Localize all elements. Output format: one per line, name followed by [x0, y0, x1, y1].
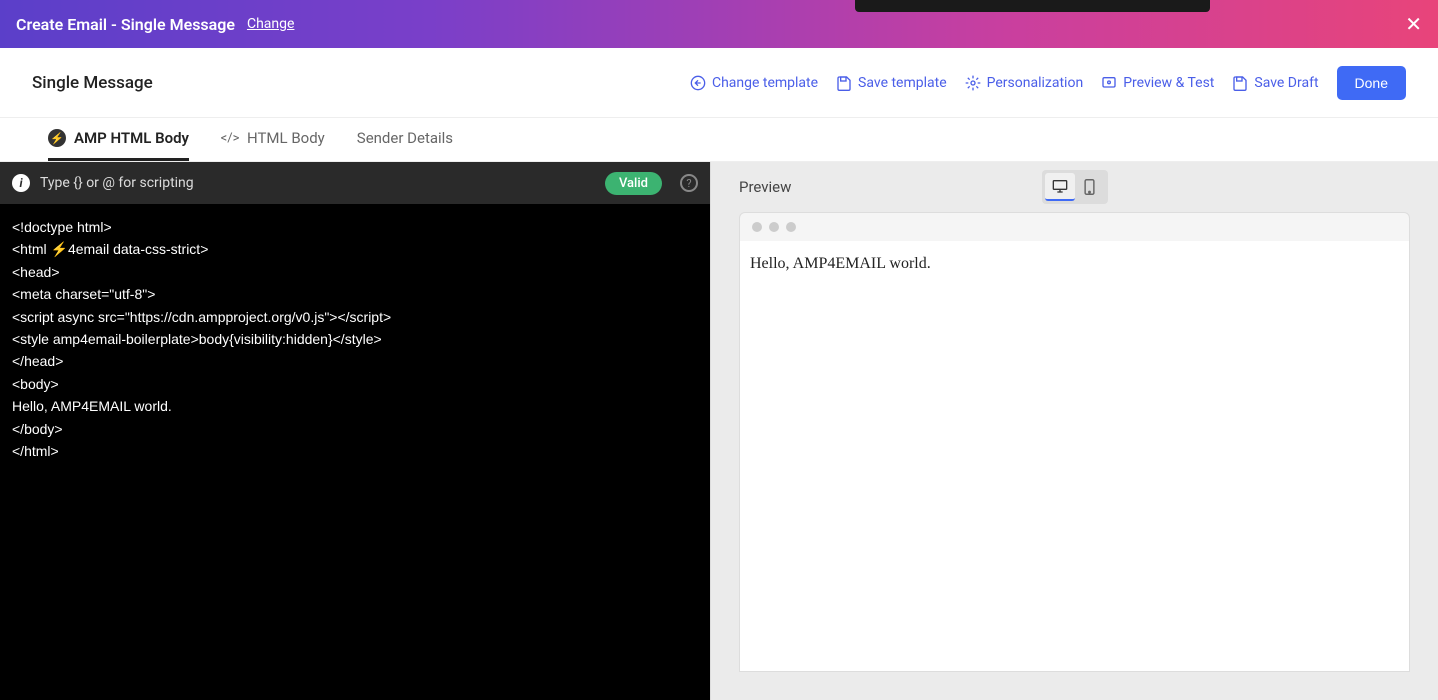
hint-text: Type {} or @ for scripting: [40, 175, 595, 191]
preview-icon: [1101, 75, 1117, 91]
tab-html-label: HTML Body: [247, 129, 325, 147]
save-icon: [1232, 75, 1248, 91]
frame-chrome: [740, 213, 1409, 241]
tab-sender-details[interactable]: Sender Details: [357, 118, 453, 161]
device-toggle: [1042, 170, 1108, 204]
refresh-icon: [690, 75, 706, 91]
app-header: Create Email - Single Message Change ✕: [0, 0, 1438, 48]
tab-amp-label: AMP HTML Body: [74, 129, 189, 147]
code-editor[interactable]: <!doctype html> <html ⚡4email data-css-s…: [0, 204, 710, 700]
desktop-view-button[interactable]: [1045, 173, 1075, 201]
help-icon[interactable]: ?: [680, 174, 698, 192]
header-title: Create Email - Single Message: [16, 15, 235, 34]
workspace: i Type {} or @ for scripting Valid ? <!d…: [0, 162, 1438, 700]
preview-frame: Hello, AMP4EMAIL world.: [739, 212, 1410, 672]
amp-icon: ⚡: [48, 129, 66, 147]
window-dot: [752, 222, 762, 232]
tabs: ⚡ AMP HTML Body </> HTML Body Sender Det…: [0, 118, 1438, 162]
gear-icon: [965, 75, 981, 91]
tab-html-body[interactable]: </> HTML Body: [221, 118, 325, 161]
close-icon[interactable]: ✕: [1405, 14, 1422, 34]
info-icon: i: [12, 174, 30, 192]
toolbar-actions: Change template Save template Personaliz…: [690, 66, 1406, 100]
mobile-icon: [1084, 179, 1095, 195]
preview-content: Hello, AMP4EMAIL world.: [740, 241, 1409, 671]
mobile-view-button[interactable]: [1075, 173, 1105, 201]
editor-hint-bar: i Type {} or @ for scripting Valid ?: [0, 162, 710, 204]
save-draft-label: Save Draft: [1254, 75, 1318, 91]
save-icon: [836, 75, 852, 91]
tab-sender-label: Sender Details: [357, 129, 453, 147]
window-dot: [769, 222, 779, 232]
desktop-icon: [1052, 179, 1068, 193]
editor-panel: i Type {} or @ for scripting Valid ? <!d…: [0, 162, 710, 700]
change-template-button[interactable]: Change template: [690, 75, 818, 91]
window-dot: [786, 222, 796, 232]
page-title: Single Message: [32, 73, 690, 93]
save-template-button[interactable]: Save template: [836, 75, 947, 91]
notification-placeholder: [855, 0, 1210, 12]
code-icon: </>: [221, 129, 239, 147]
preview-test-label: Preview & Test: [1123, 75, 1214, 91]
change-template-label: Change template: [712, 75, 818, 91]
save-draft-button[interactable]: Save Draft: [1232, 75, 1318, 91]
valid-badge: Valid: [605, 172, 662, 195]
tab-amp-html-body[interactable]: ⚡ AMP HTML Body: [48, 118, 189, 161]
preview-header: Preview: [711, 162, 1438, 212]
preview-panel: Preview Hello, AMP4EMAIL world.: [710, 162, 1438, 700]
personalization-label: Personalization: [987, 75, 1084, 91]
preview-title: Preview: [739, 178, 791, 196]
toolbar: Single Message Change template Save temp…: [0, 48, 1438, 118]
personalization-button[interactable]: Personalization: [965, 75, 1084, 91]
change-link[interactable]: Change: [247, 16, 294, 32]
done-button[interactable]: Done: [1337, 66, 1406, 100]
save-template-label: Save template: [858, 75, 947, 91]
preview-test-button[interactable]: Preview & Test: [1101, 75, 1214, 91]
